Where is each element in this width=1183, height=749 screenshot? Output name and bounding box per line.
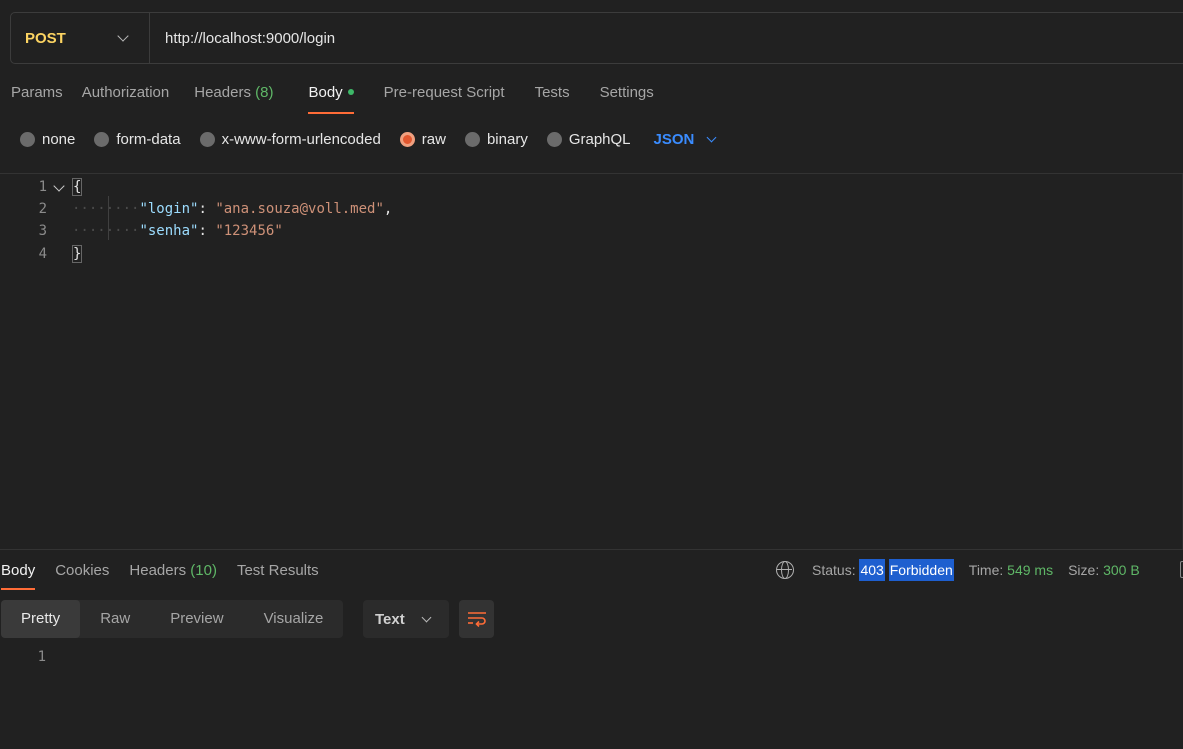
response-tab-cookies[interactable]: Cookies (55, 556, 109, 590)
radio-x-www-form-urlencoded[interactable]: x-www-form-urlencoded (199, 131, 381, 148)
response-body-line: 1 (37, 649, 46, 665)
view-raw[interactable]: Raw (80, 600, 150, 638)
time-value[interactable]: 549 ms (1007, 562, 1053, 578)
status-text[interactable]: Forbidden (888, 559, 954, 581)
radio-circle (546, 131, 562, 147)
response-tab-headers[interactable]: Headers (10) (129, 556, 217, 590)
method-label: POST (25, 29, 66, 47)
tab-tests[interactable]: Tests (535, 78, 570, 114)
editor-line: 2 ········"login": "ana.souza@voll.med", (38, 201, 393, 217)
status-label: Status: (812, 562, 856, 578)
status-code[interactable]: 403 (859, 559, 885, 581)
response-tabs: Body Cookies Headers (10) Test Results (0, 556, 339, 590)
request-url-bar: POST (10, 12, 1183, 64)
radio-circle-selected (399, 131, 415, 147)
body-type-group: none form-data x-www-form-urlencoded raw… (20, 128, 717, 150)
radio-binary[interactable]: binary (464, 131, 528, 148)
view-preview[interactable]: Preview (150, 600, 243, 638)
editor-line: 4 } (38, 245, 83, 263)
chevron-down-icon (421, 612, 432, 622)
wrap-lines-button[interactable] (459, 600, 494, 638)
fold-chevron-icon[interactable] (53, 180, 65, 192)
request-tabs: Params Authorization Headers (8) Body Pr… (0, 78, 673, 114)
url-input[interactable] (150, 13, 1183, 63)
view-pretty[interactable]: Pretty (1, 600, 81, 638)
radio-circle (94, 131, 110, 147)
response-view-modes: Pretty Raw Preview Visualize (1, 600, 344, 638)
editor-line: 1 { (38, 178, 83, 196)
pane-divider[interactable] (0, 549, 1183, 550)
radio-raw[interactable]: raw (399, 131, 446, 148)
tab-params[interactable]: Params (11, 78, 63, 114)
tab-pre-request-script[interactable]: Pre-request Script (384, 78, 505, 114)
size-label: Size: (1068, 562, 1100, 578)
radio-circle (199, 131, 215, 147)
chevron-down-icon (117, 30, 129, 42)
radio-form-data[interactable]: form-data (94, 131, 181, 148)
size-value[interactable]: 300 B (1103, 562, 1140, 578)
method-select[interactable]: POST (11, 13, 150, 63)
wrap-lines-icon (467, 612, 486, 627)
tab-authorization[interactable]: Authorization (82, 78, 170, 114)
time-label: Time: (968, 562, 1004, 578)
format-select[interactable]: Text (363, 600, 449, 638)
radio-none[interactable]: none (20, 131, 75, 148)
radio-graphql[interactable]: GraphQL (546, 131, 631, 148)
tab-settings[interactable]: Settings (600, 78, 654, 114)
body-modified-dot (347, 88, 354, 95)
response-headers-count: (10) (190, 562, 217, 579)
radio-circle (20, 131, 35, 147)
globe-icon[interactable] (776, 561, 794, 579)
indent-guide (108, 196, 109, 240)
radio-circle (464, 131, 480, 147)
view-visualize[interactable]: Visualize (244, 600, 344, 638)
request-body-editor[interactable]: 1 { 2 ········"login": "ana.souza@voll.m… (0, 173, 1183, 549)
language-select[interactable]: JSON (654, 131, 717, 148)
chevron-down-icon (706, 132, 717, 142)
headers-count: (8) (255, 84, 274, 101)
editor-line: 3 ········"senha": "123456" (38, 223, 283, 239)
response-tab-body[interactable]: Body (1, 556, 36, 590)
response-meta: Status: 403 Forbidden Time: 549 ms Size:… (776, 558, 1140, 582)
response-tab-test-results[interactable]: Test Results (237, 556, 319, 590)
tab-body[interactable]: Body (308, 78, 354, 114)
tab-headers[interactable]: Headers (8) (194, 78, 273, 114)
